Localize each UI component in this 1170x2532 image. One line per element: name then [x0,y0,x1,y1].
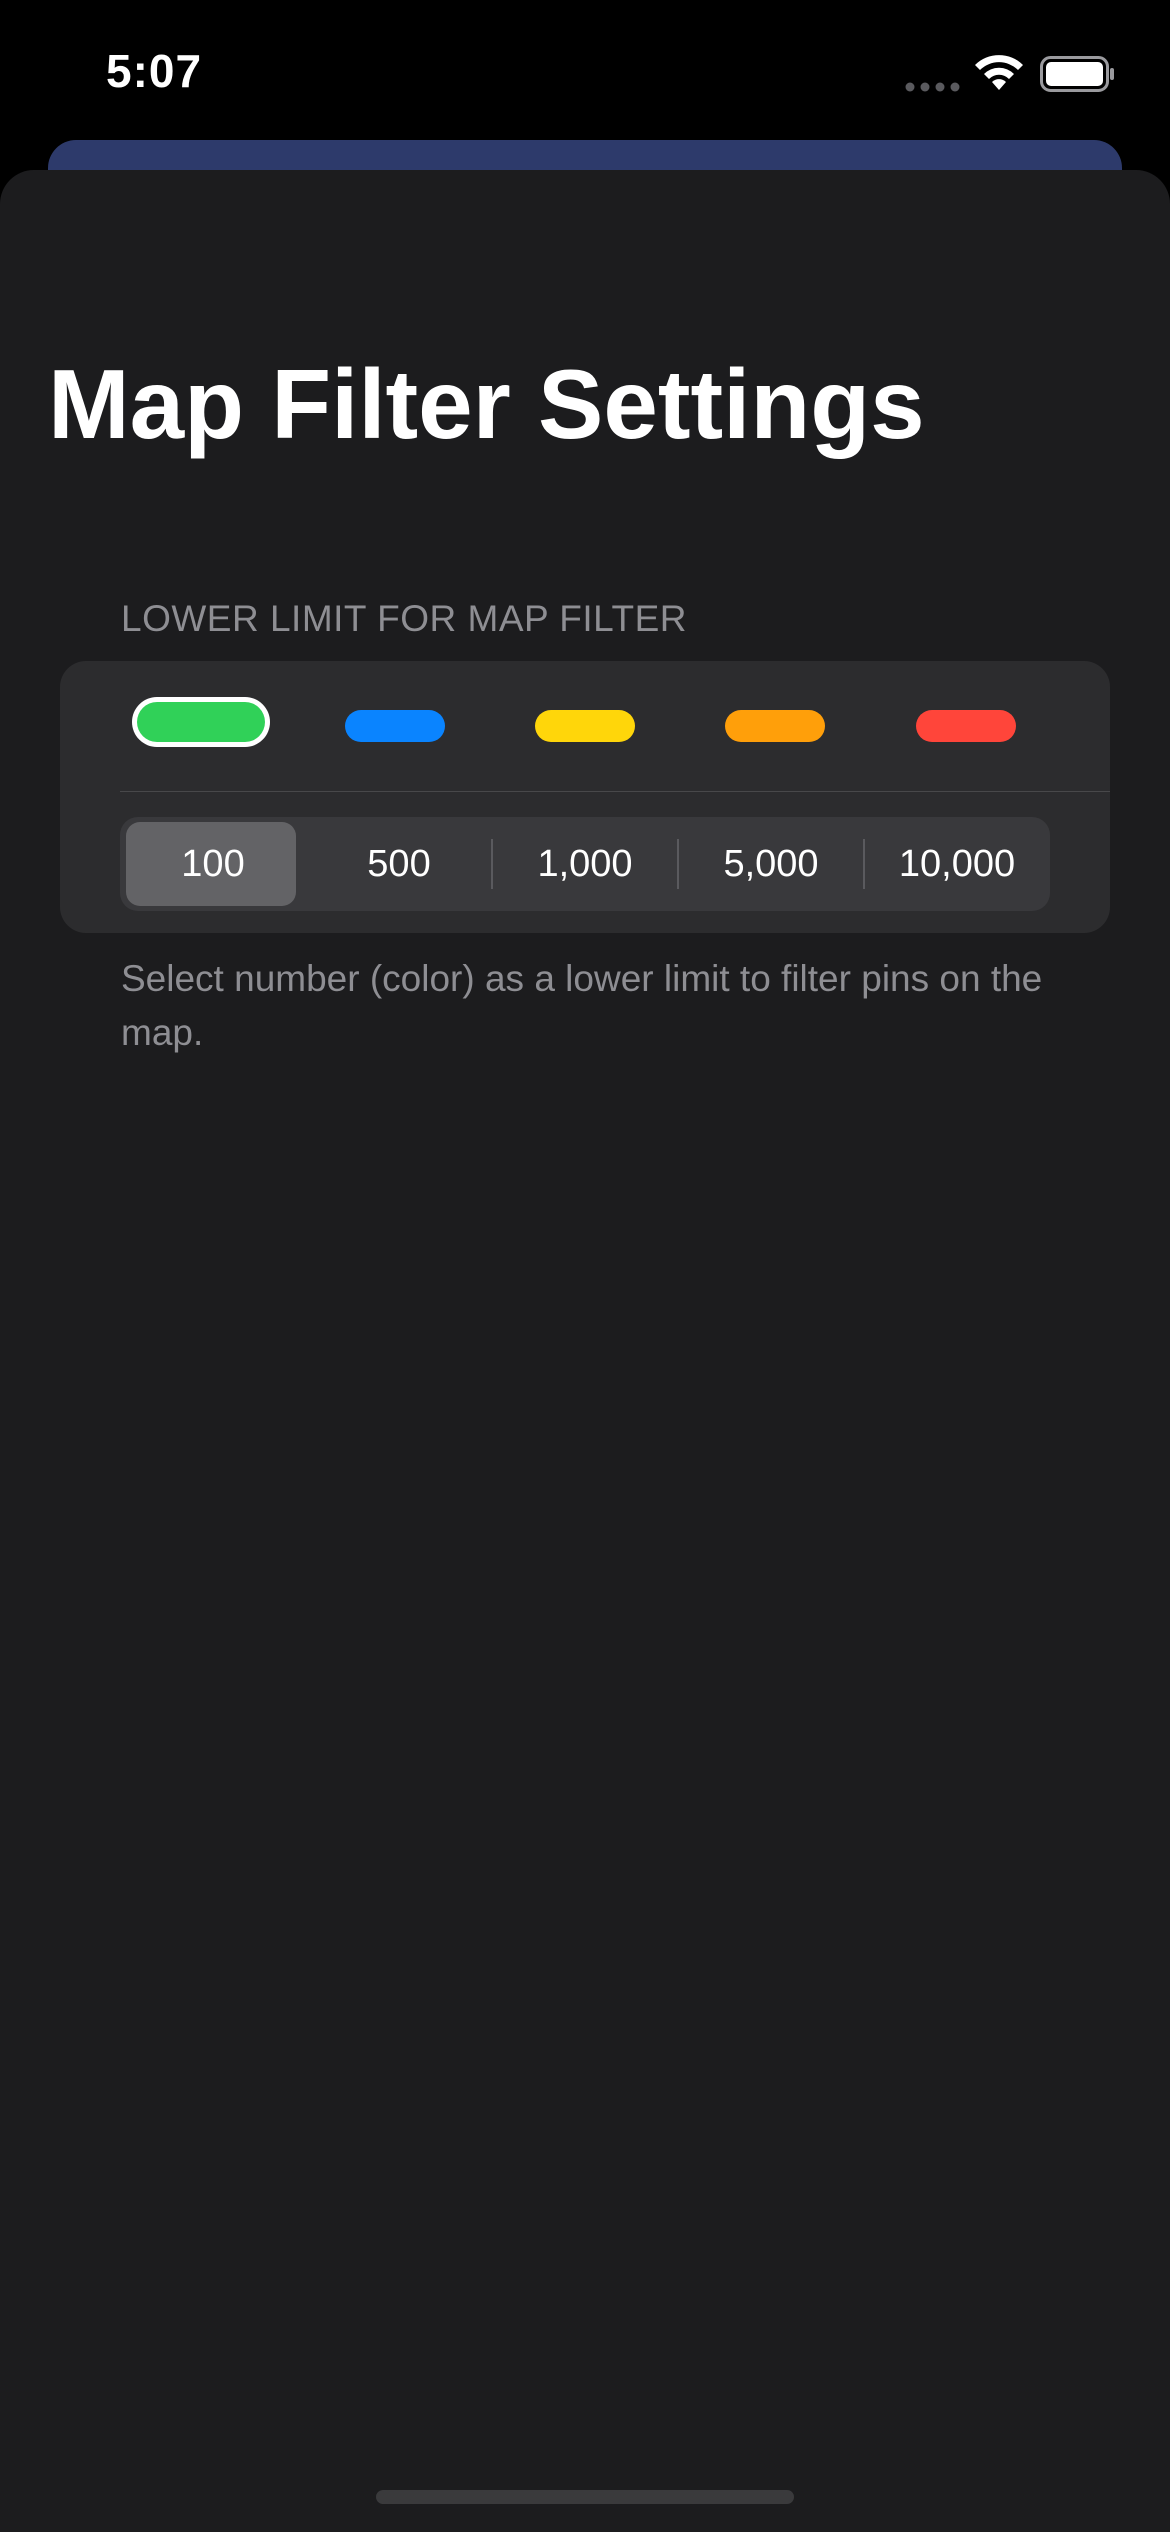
color-swatch-red[interactable] [916,710,1016,742]
color-swatch-yellow[interactable] [535,710,635,742]
page-title: Map Filter Settings [48,349,925,459]
wifi-icon [975,55,1023,90]
color-swatch-green[interactable] [137,702,265,742]
segment-1000[interactable]: 1,000 [492,817,678,911]
home-indicator[interactable] [376,2490,794,2504]
segment-5000[interactable]: 5,000 [678,817,864,911]
threshold-segmented-control: 100 500 1,000 5,000 10,000 [120,817,1050,911]
section-header: LOWER LIMIT FOR MAP FILTER [121,598,688,639]
color-swatch-blue[interactable] [345,710,445,742]
settings-sheet [0,170,1170,2532]
segment-500[interactable]: 500 [306,817,492,911]
color-swatch-orange[interactable] [725,710,825,742]
battery-icon [1040,56,1114,92]
filter-group-card: 100 500 1,000 5,000 10,000 [60,661,1110,933]
cellular-signal-icon [905,82,960,92]
status-bar: 5:07 [0,0,1170,150]
segment-100[interactable]: 100 [120,817,306,911]
segment-10000[interactable]: 10,000 [864,817,1050,911]
divider [120,791,1110,792]
status-time: 5:07 [106,45,203,97]
section-footer: Select number (color) as a lower limit t… [121,958,1043,1053]
